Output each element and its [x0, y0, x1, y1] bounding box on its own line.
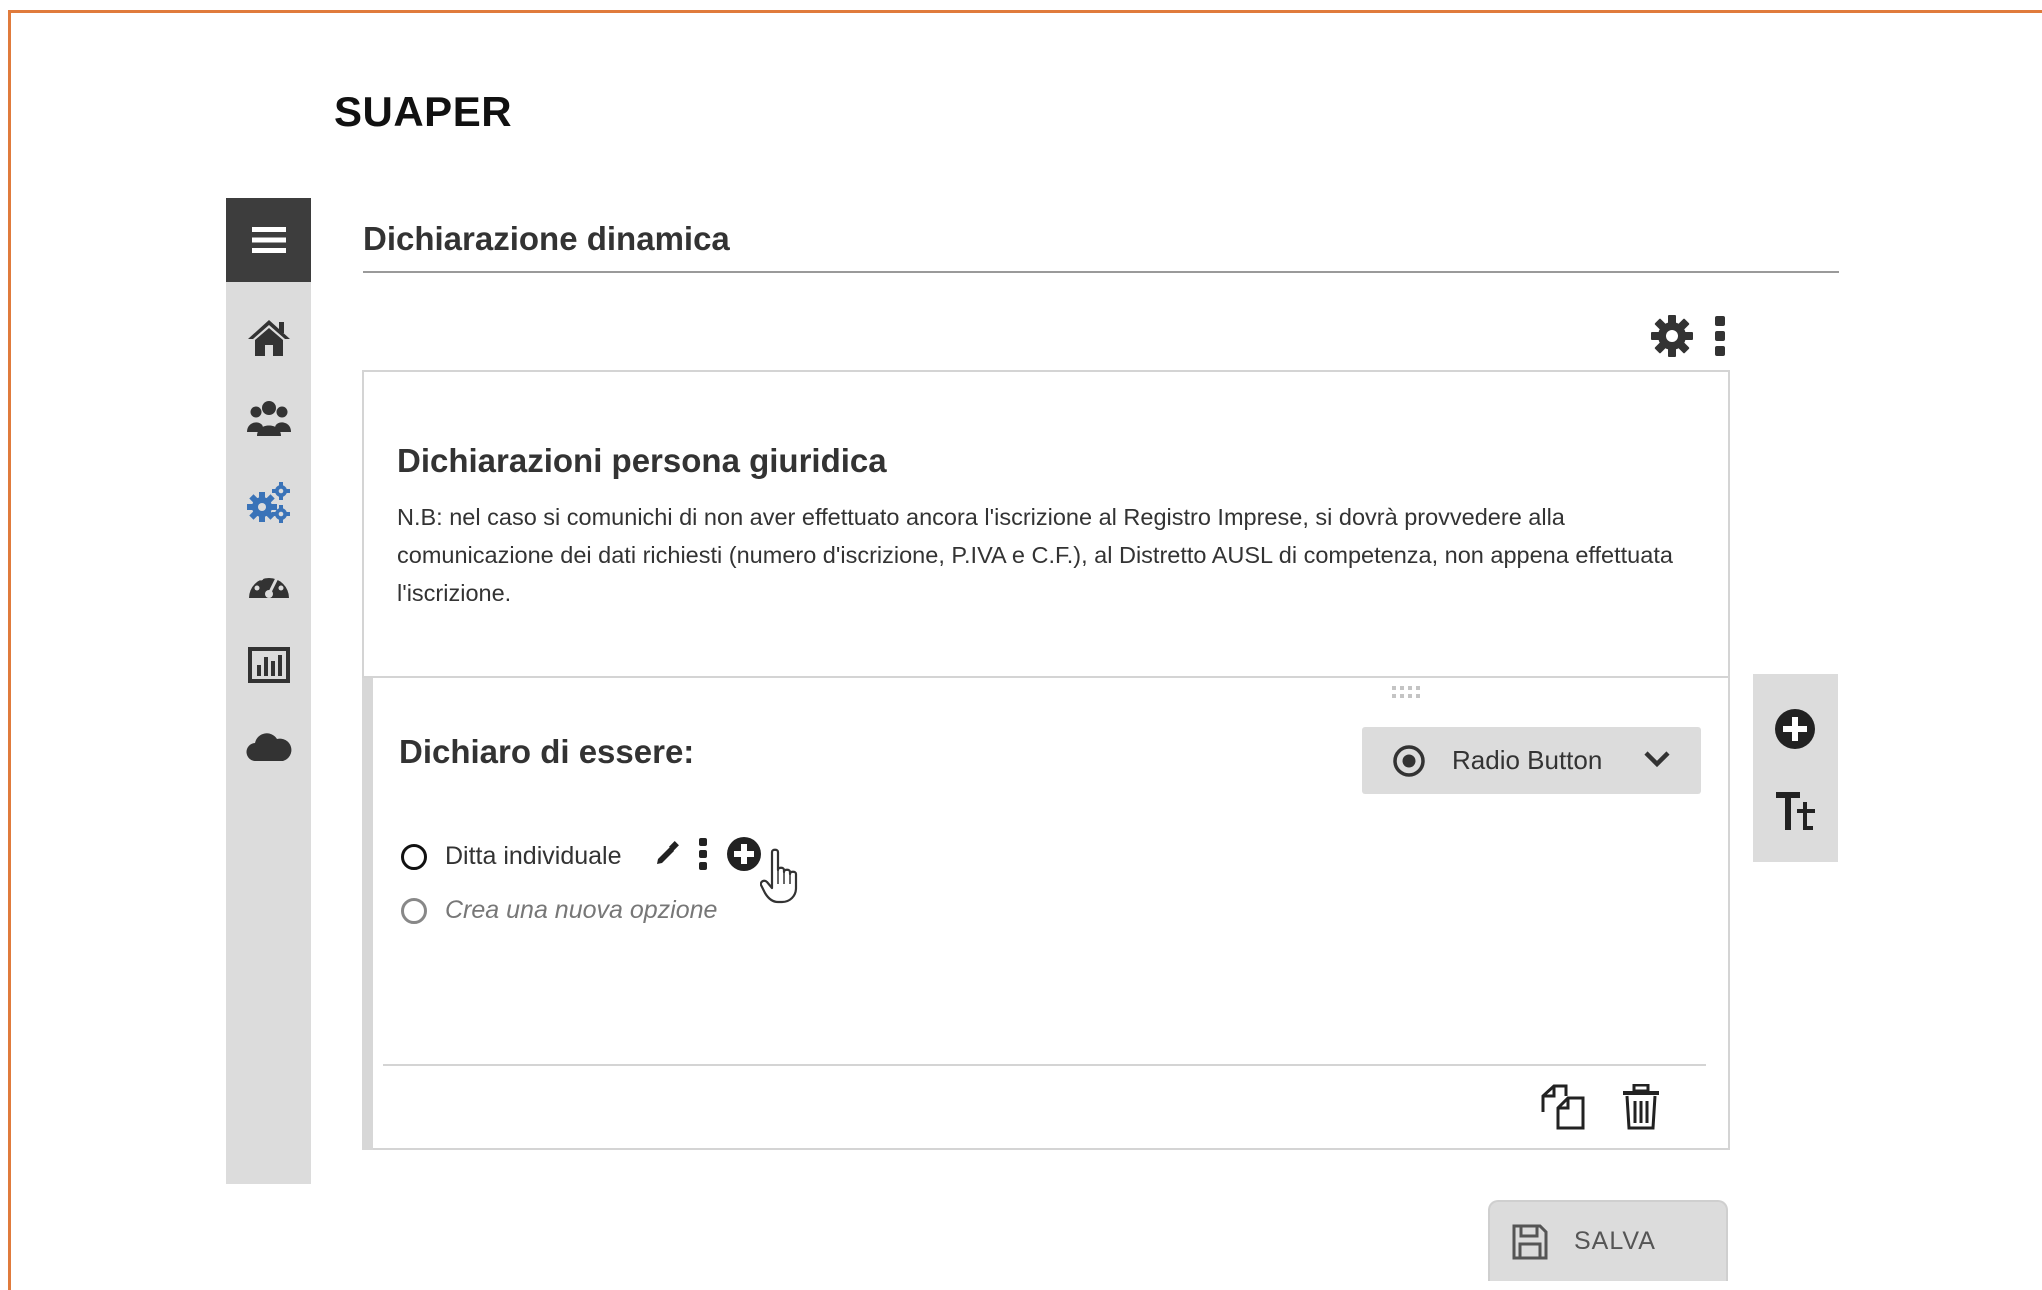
field-selected-bar: [362, 678, 373, 1150]
settings-button[interactable]: [1650, 314, 1694, 363]
field-type-select[interactable]: Radio Button: [1362, 727, 1701, 794]
option-label[interactable]: Ditta individuale: [445, 842, 622, 871]
sidebar-item-cloud[interactable]: [226, 716, 311, 776]
sidebar-item-home[interactable]: [226, 308, 311, 368]
delete-field-button[interactable]: [1622, 1083, 1660, 1135]
add-field-button[interactable]: [1774, 708, 1816, 755]
form-toolbar: [1650, 314, 1726, 363]
duplicate-field-button[interactable]: [1540, 1084, 1586, 1135]
app-title: SUAPER: [334, 88, 513, 135]
home-icon: [247, 320, 290, 356]
add-text-button[interactable]: [1775, 790, 1817, 837]
copy-icon: [1541, 1084, 1585, 1130]
radio-target-icon: [1393, 744, 1425, 777]
pencil-icon: [656, 841, 679, 864]
sidebar-item-users[interactable]: [226, 388, 311, 448]
save-label: SALVA: [1574, 1227, 1656, 1255]
sidebar: [226, 198, 311, 1184]
page-title: Dichiarazione dinamica: [363, 220, 730, 257]
sidebar-item-dashboard[interactable]: [226, 554, 311, 614]
bar-chart-icon: [247, 647, 290, 683]
radio-circle[interactable]: [401, 843, 427, 870]
floppy-disk-icon: [1512, 1224, 1548, 1259]
gear-icon: [1651, 315, 1693, 357]
sidebar-item-settings[interactable]: [226, 473, 311, 533]
more-options-button[interactable]: [1714, 315, 1726, 362]
field-type-label: Radio Button: [1452, 745, 1603, 775]
dashboard-icon: [248, 571, 289, 598]
text-size-icon: [1776, 792, 1815, 830]
new-option-row[interactable]: Crea una nuova opzione: [401, 896, 717, 925]
section-description: N.B: nel caso si comunichi di non aver e…: [397, 504, 1673, 606]
field-footer-tools: [1540, 1083, 1660, 1135]
hand-cursor-icon: [760, 848, 798, 904]
plus-circle-icon: [726, 837, 761, 871]
radio-option[interactable]: Ditta individuale: [401, 836, 762, 877]
kebab-icon: [698, 838, 707, 870]
edit-option-button[interactable]: [654, 841, 680, 872]
option-menu-button[interactable]: [698, 837, 708, 876]
users-icon: [246, 401, 291, 436]
field-question[interactable]: Dichiaro di essere:: [399, 733, 694, 771]
kebab-icon: [1715, 316, 1725, 356]
cloud-icon: [245, 733, 291, 762]
add-option-button[interactable]: [726, 836, 762, 877]
gears-icon: [246, 482, 290, 523]
trash-icon: [1623, 1083, 1659, 1130]
menu-toggle-button[interactable]: [226, 198, 311, 282]
section-title: Dichiarazioni persona giuridica: [397, 442, 887, 479]
chevron-down-icon: [1644, 751, 1670, 768]
radio-circle: [401, 897, 427, 924]
sidebar-item-reports[interactable]: [226, 635, 311, 695]
drag-handle-icon[interactable]: [1392, 684, 1420, 700]
field-footer-divider: [383, 1064, 1706, 1066]
side-toolbox: [1753, 674, 1838, 862]
new-option-placeholder[interactable]: Crea una nuova opzione: [445, 896, 717, 925]
hamburger-menu-icon: [251, 227, 286, 253]
heading-divider: [363, 271, 1839, 273]
save-button[interactable]: SALVA: [1488, 1200, 1728, 1281]
plus-circle-icon: [1775, 709, 1815, 749]
